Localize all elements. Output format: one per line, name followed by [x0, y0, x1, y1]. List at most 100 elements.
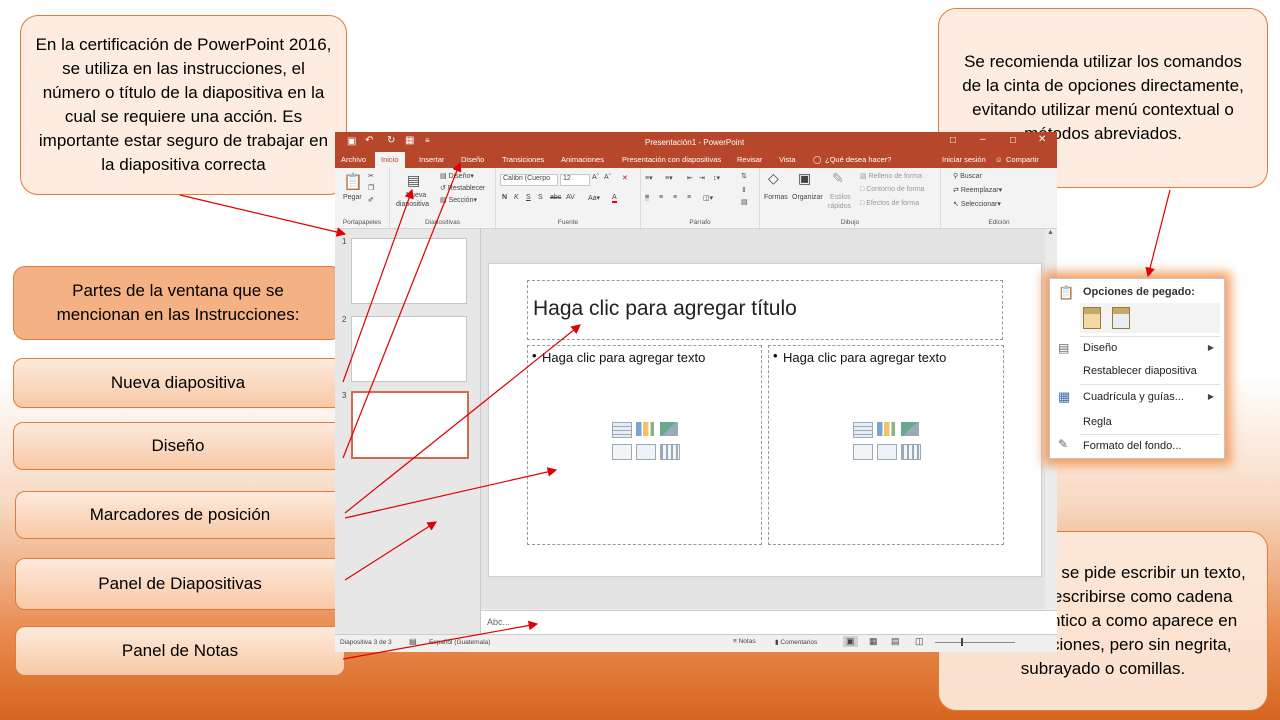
- scroll-up-icon[interactable]: ▲: [1047, 229, 1054, 236]
- underline-icon[interactable]: S: [526, 194, 531, 201]
- shape-outline-button[interactable]: □ Contorno de forma: [860, 186, 925, 193]
- smartart-icon[interactable]: ▤: [741, 198, 748, 206]
- tab-vista[interactable]: Vista: [779, 155, 796, 164]
- signin-link[interactable]: Iniciar sesión: [942, 155, 986, 164]
- undo-icon[interactable]: ↶: [365, 135, 373, 146]
- new-slide-label-2[interactable]: diapositiva: [396, 201, 429, 208]
- strikethrough-icon[interactable]: abc: [550, 194, 561, 201]
- format-painter-icon[interactable]: ✐: [368, 196, 374, 204]
- arrange-button[interactable]: Organizar: [792, 194, 823, 201]
- share-button[interactable]: Compartir: [1006, 155, 1039, 164]
- slide-sorter-icon[interactable]: ▦: [869, 636, 878, 647]
- chart-icon[interactable]: [877, 422, 895, 436]
- change-case-icon[interactable]: Aa▾: [588, 194, 600, 202]
- tab-revisar[interactable]: Revisar: [737, 155, 762, 164]
- minimize-icon[interactable]: –: [980, 134, 986, 145]
- line-spacing-icon[interactable]: ↕▾: [713, 174, 720, 182]
- title-placeholder[interactable]: Haga clic para agregar título: [527, 280, 1003, 340]
- find-button[interactable]: ⚲ Buscar: [953, 172, 982, 180]
- paste-icon[interactable]: 📋: [343, 172, 363, 192]
- tab-animaciones[interactable]: Animaciones: [561, 155, 604, 164]
- paste-button[interactable]: Pegar: [343, 194, 362, 201]
- zoom-thumb[interactable]: [961, 638, 963, 646]
- tab-presentacion[interactable]: Presentación con diapositivas: [622, 155, 721, 164]
- align-right-icon[interactable]: ≡: [673, 194, 677, 201]
- font-name-box[interactable]: Calibri (Cuerpo: [500, 174, 558, 186]
- shadow-icon[interactable]: S: [538, 194, 543, 201]
- comments-button[interactable]: ▮ Comentarios: [775, 638, 817, 646]
- slideshow-icon[interactable]: ◫: [915, 636, 924, 647]
- italic-icon[interactable]: K: [514, 194, 519, 201]
- online-picture-icon[interactable]: [636, 444, 656, 460]
- video-icon[interactable]: [901, 444, 921, 460]
- customize-qat-icon[interactable]: ≡: [425, 136, 430, 145]
- content-placeholder-left[interactable]: • Haga clic para agregar texto: [527, 345, 762, 545]
- start-from-beginning-icon[interactable]: ▦: [405, 135, 414, 146]
- new-slide-icon[interactable]: ▤: [407, 172, 420, 189]
- quick-styles-icon[interactable]: ✎: [832, 170, 844, 187]
- font-size-box[interactable]: 12: [560, 174, 590, 186]
- table-icon[interactable]: [612, 422, 632, 438]
- smartart-insert-icon[interactable]: [901, 422, 919, 436]
- chart-icon[interactable]: [636, 422, 654, 436]
- grow-font-icon[interactable]: Aˆ: [592, 174, 599, 181]
- menu-item-cuadricula[interactable]: Cuadrícula y guías...: [1083, 391, 1184, 403]
- picture-icon[interactable]: [853, 444, 873, 460]
- spellcheck-icon[interactable]: ▤: [409, 637, 417, 646]
- video-icon[interactable]: [660, 444, 680, 460]
- picture-icon[interactable]: [612, 444, 632, 460]
- table-icon[interactable]: [853, 422, 873, 438]
- tab-inicio[interactable]: Inicio: [375, 152, 405, 168]
- shrink-font-icon[interactable]: Aˇ: [604, 174, 611, 181]
- select-button[interactable]: ↖ Seleccionar▾: [953, 200, 1001, 208]
- clear-format-icon[interactable]: ✕: [622, 174, 628, 182]
- new-slide-label-1[interactable]: Nueva: [406, 192, 426, 199]
- shapes-button[interactable]: Formas: [764, 194, 788, 201]
- content-placeholder-right[interactable]: • Haga clic para agregar texto: [768, 345, 1004, 545]
- shape-effects-button[interactable]: □ Efectos de forma: [860, 200, 919, 207]
- online-picture-icon[interactable]: [877, 444, 897, 460]
- tab-archivo[interactable]: Archivo: [341, 155, 366, 164]
- slides-panel[interactable]: 1 2 3: [335, 229, 481, 634]
- layout-button[interactable]: ▤ Diseño▾: [440, 172, 474, 180]
- smartart-insert-icon[interactable]: [660, 422, 678, 436]
- bold-icon[interactable]: N: [502, 194, 507, 201]
- align-left-icon[interactable]: ≡: [645, 194, 650, 201]
- align-center-icon[interactable]: ≡: [659, 194, 663, 201]
- spacing-icon[interactable]: AV: [566, 194, 575, 201]
- insert-content-icons-right[interactable]: [853, 422, 921, 468]
- tell-me-box[interactable]: ¿Qué desea hacer?: [825, 155, 891, 164]
- arrange-icon[interactable]: ▣: [798, 170, 811, 187]
- columns-icon[interactable]: ◫▾: [703, 194, 713, 202]
- redo-icon[interactable]: ↻: [387, 135, 395, 146]
- shape-fill-button[interactable]: ▧ Relleno de forma: [860, 172, 922, 180]
- reading-view-icon[interactable]: ▤: [891, 636, 900, 647]
- save-icon[interactable]: ▣: [347, 136, 356, 147]
- font-color-icon[interactable]: A: [612, 194, 617, 203]
- insert-content-icons-left[interactable]: [612, 422, 680, 468]
- tab-transiciones[interactable]: Transiciones: [502, 155, 544, 164]
- bullets-icon[interactable]: ≡▾: [645, 174, 653, 182]
- increase-indent-icon[interactable]: ⇥: [699, 174, 705, 182]
- replace-button[interactable]: ⇄ Reemplazar▾: [953, 186, 1002, 194]
- notes-toggle-button[interactable]: ≡ Notas: [733, 638, 756, 645]
- paste-keep-source-icon[interactable]: [1083, 307, 1101, 329]
- menu-item-diseno[interactable]: Diseño: [1083, 342, 1117, 354]
- zoom-slider[interactable]: [935, 642, 1015, 643]
- quick-styles-label-2[interactable]: rápidos: [828, 203, 851, 210]
- justify-icon[interactable]: ≡: [687, 194, 691, 201]
- slide-thumbnail-2[interactable]: [351, 316, 467, 382]
- close-icon[interactable]: ✕: [1038, 134, 1046, 145]
- slide-thumbnail-3[interactable]: [351, 391, 469, 459]
- numbering-icon[interactable]: ≡▾: [665, 174, 673, 182]
- tab-insertar[interactable]: Insertar: [419, 155, 444, 164]
- tab-diseno[interactable]: Diseño: [461, 155, 484, 164]
- cut-icon[interactable]: ✂: [368, 172, 374, 180]
- shapes-icon[interactable]: ◇: [768, 170, 779, 187]
- menu-item-restablecer[interactable]: Restablecer diapositiva: [1083, 365, 1197, 377]
- ribbon-display-options-icon[interactable]: □: [950, 135, 956, 146]
- reset-button[interactable]: ↺ Restablecer: [440, 184, 485, 192]
- text-direction-icon[interactable]: ⇅: [741, 172, 747, 180]
- maximize-icon[interactable]: □: [1010, 135, 1016, 146]
- menu-item-formato-fondo[interactable]: Formato del fondo...: [1083, 440, 1181, 452]
